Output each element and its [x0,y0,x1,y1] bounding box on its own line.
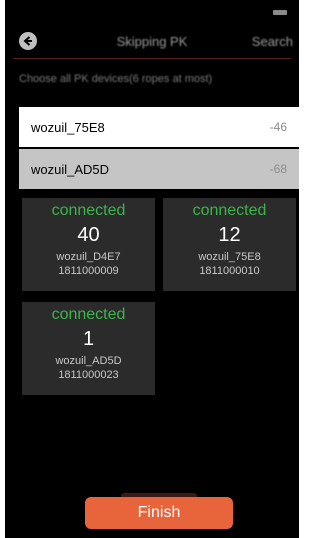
card-device-id: 1811000010 [199,265,260,277]
app-screen: Skipping PK Search Choose all PK devices… [5,0,299,538]
device-card[interactable]: connected 12 wozuil_75E8 1811000010 [163,198,296,291]
search-button[interactable]: Search [252,34,293,49]
finish-button[interactable]: Finish [85,497,233,529]
card-device-name: wozuil_AD5D [55,355,122,367]
status-bar [5,0,299,20]
nav-divider [13,58,291,59]
device-row[interactable]: wozuil_AD5D -68 [19,149,299,189]
skip-count: 1 [82,328,95,350]
card-device-id: 1811000009 [58,265,119,277]
skip-count: 12 [218,224,241,246]
skip-count: 40 [77,224,100,246]
hint-text: Choose all PK devices(6 ropes at most) [19,73,213,85]
nav-bar: Skipping PK Search [5,24,299,58]
device-rssi: -68 [269,162,287,176]
device-name: wozuil_AD5D [31,161,110,177]
connection-status: connected [192,202,267,219]
card-device-name: wozuil_D4E7 [56,251,121,263]
device-list: wozuil_75E8 -46 wozuil_AD5D -68 [19,107,299,191]
connection-status: connected [51,306,126,323]
card-device-id: 1811000023 [58,369,119,381]
device-row[interactable]: wozuil_75E8 -46 [19,107,299,147]
device-name: wozuil_75E8 [31,119,105,135]
device-rssi: -46 [269,120,287,134]
connection-status: connected [51,202,126,219]
device-card[interactable]: connected 40 wozuil_D4E7 1811000009 [22,198,155,291]
device-card[interactable]: connected 1 wozuil_AD5D 1811000023 [22,302,155,395]
card-device-name: wozuil_75E8 [198,251,261,263]
battery-icon [273,10,287,15]
